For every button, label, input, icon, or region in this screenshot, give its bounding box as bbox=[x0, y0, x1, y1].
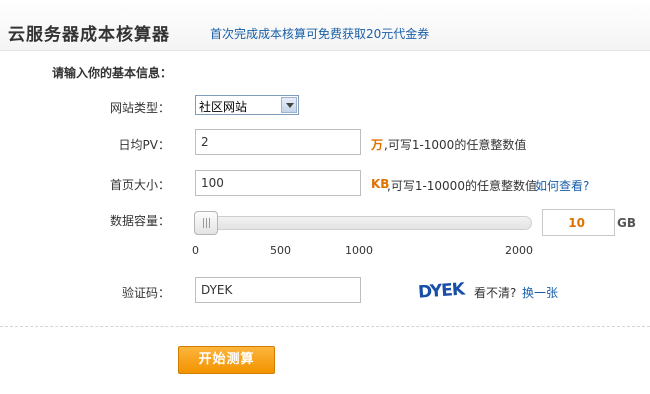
daily-pv-label: 日均PV： bbox=[118, 138, 170, 152]
divider bbox=[0, 326, 650, 327]
page-size-label: 首页大小： bbox=[109, 178, 170, 192]
page-size-hint: ,可写1-10000的任意整数值 bbox=[387, 179, 537, 193]
slider-tick: 0 bbox=[192, 244, 199, 257]
storage-slider-track[interactable] bbox=[195, 216, 532, 230]
daily-pv-unit: 万 bbox=[371, 138, 384, 152]
slider-tick: 500 bbox=[270, 244, 291, 257]
captcha-unclear-text: 看不清? bbox=[474, 286, 517, 300]
grip-line bbox=[206, 218, 207, 228]
page-title: 云服务器成本核算器 bbox=[8, 25, 170, 45]
storage-value-input[interactable]: 10 bbox=[542, 209, 615, 236]
storage-slider-handle[interactable] bbox=[194, 211, 218, 235]
page-size-input[interactable] bbox=[195, 170, 361, 196]
section-title: 请输入你的基本信息： bbox=[52, 66, 173, 80]
captcha-input[interactable] bbox=[195, 277, 361, 303]
how-to-check-link[interactable]: 如何查看? bbox=[535, 177, 589, 194]
daily-pv-input[interactable] bbox=[195, 129, 361, 155]
grip-line bbox=[203, 218, 204, 228]
site-type-value: 社区网站 bbox=[199, 100, 248, 114]
site-type-select[interactable]: 社区网站 bbox=[195, 95, 299, 115]
chevron-down-icon[interactable] bbox=[281, 97, 297, 113]
slider-tick: 2000 bbox=[505, 244, 533, 257]
captcha-refresh-link[interactable]: 换一张 bbox=[522, 284, 558, 301]
captcha-label: 验证码： bbox=[121, 286, 170, 300]
promo-text: 首次完成成本核算可免费获取20元代金券 bbox=[210, 27, 430, 41]
storage-unit: GB bbox=[617, 216, 636, 230]
site-type-label: 网站类型： bbox=[109, 101, 170, 115]
start-calculation-button[interactable]: 开始测算 bbox=[178, 346, 275, 374]
slider-tick: 1000 bbox=[345, 244, 373, 257]
page-header: 云服务器成本核算器 首次完成成本核算可免费获取20元代金券 bbox=[0, 0, 650, 51]
captcha-image[interactable]: DYEK bbox=[417, 275, 469, 303]
grip-line bbox=[209, 218, 210, 228]
storage-label: 数据容量： bbox=[109, 214, 170, 228]
captcha-text: DYEK bbox=[418, 279, 467, 302]
daily-pv-hint: ,可写1-1000的任意整数值 bbox=[384, 138, 527, 152]
